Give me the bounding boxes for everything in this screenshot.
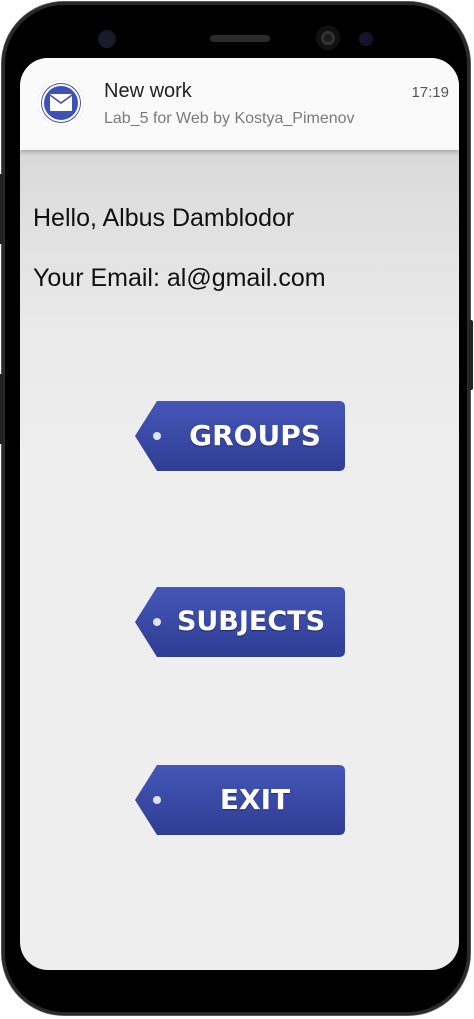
notification-time: 17:19 [411,84,449,101]
email-text: Your Email: al@gmail.com [33,264,326,292]
groups-button-label: GROUPS [189,419,321,452]
notification-card[interactable]: New work Lab_5 for Web by Kostya_Pimenov… [20,58,459,150]
notification-title: New work [104,80,192,102]
front-camera-left [98,30,116,48]
earpiece-speaker [210,35,270,42]
exit-button[interactable]: EXIT [135,765,345,835]
greeting-text: Hello, Albus Damblodor [33,204,295,232]
proximity-sensor [359,32,373,46]
subjects-button[interactable]: SUBJECTS [135,587,345,657]
subjects-button-label: SUBJECTS [176,606,326,637]
screen: New work Lab_5 for Web by Kostya_Pimenov… [20,58,459,970]
exit-button-label: EXIT [219,783,291,816]
power-button [469,320,473,390]
bixby-button [0,374,3,444]
volume-button [0,174,3,244]
phone-frame: New work Lab_5 for Web by Kostya_Pimenov… [0,2,473,1015]
front-camera-icon [316,26,340,50]
notification-badge [72,116,88,132]
groups-button[interactable]: GROUPS [135,401,345,471]
notification-subtitle: Lab_5 for Web by Kostya_Pimenov [104,110,355,127]
